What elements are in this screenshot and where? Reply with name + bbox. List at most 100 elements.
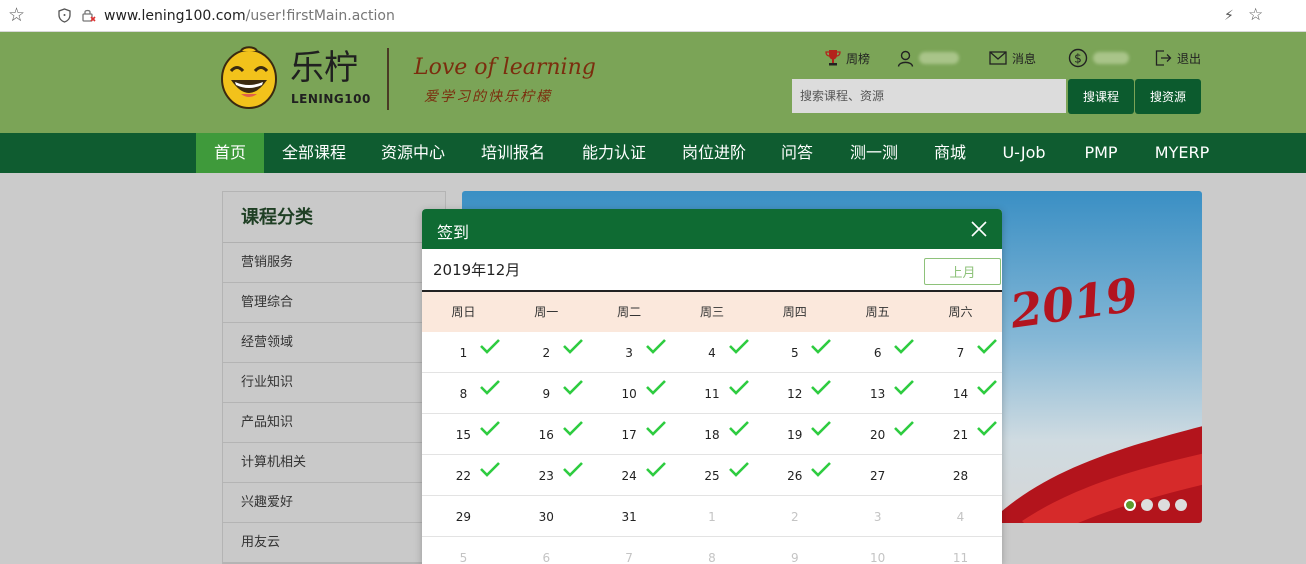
- address-url[interactable]: www.lening100.com/user!firstMain.action: [104, 7, 395, 25]
- calendar-day-number: 30: [538, 510, 554, 524]
- calendar-day-cell[interactable]: 8: [422, 373, 505, 413]
- weekday-wed: 周三: [699, 305, 724, 319]
- calendar-day-cell[interactable]: 31: [588, 496, 671, 536]
- calendar-day-cell[interactable]: 21: [919, 414, 1002, 454]
- calendar-day-cell[interactable]: 2: [753, 496, 836, 536]
- calendar-day-cell[interactable]: 3: [836, 496, 919, 536]
- nav-career-advance[interactable]: 岗位进阶: [670, 133, 758, 173]
- carousel-dot-1[interactable]: [1124, 499, 1136, 511]
- user-profile-link[interactable]: [897, 48, 959, 68]
- calendar-day-cell[interactable]: 24: [588, 455, 671, 495]
- calendar-day-cell[interactable]: 14: [919, 373, 1002, 413]
- calendar-day-cell[interactable]: 7: [588, 537, 671, 564]
- calendar-day-cell[interactable]: 6: [505, 537, 588, 564]
- calendar-day-cell[interactable]: 30: [505, 496, 588, 536]
- nav-home[interactable]: 首页: [196, 133, 264, 173]
- calendar-day-cell[interactable]: 2: [505, 332, 588, 372]
- calendar-day-cell[interactable]: 16: [505, 414, 588, 454]
- search-course-button[interactable]: 搜课程: [1068, 79, 1134, 114]
- calendar-day-cell[interactable]: 11: [919, 537, 1002, 564]
- sidebar-item-industry[interactable]: 行业知识: [223, 363, 445, 403]
- calendar-day-cell[interactable]: 29: [422, 496, 505, 536]
- calendar-day-cell[interactable]: 11: [671, 373, 754, 413]
- bookmark-icon[interactable]: ☆: [1248, 5, 1263, 25]
- close-icon[interactable]: [970, 220, 988, 238]
- coins-link[interactable]: $: [1068, 48, 1129, 68]
- prev-month-button[interactable]: 上月: [924, 258, 1001, 285]
- sidebar-item-yonyou-cloud[interactable]: 用友云: [223, 523, 445, 563]
- logout-link[interactable]: 退出: [1155, 48, 1201, 68]
- svg-text:$: $: [1074, 52, 1082, 66]
- logout-label: 退出: [1177, 51, 1202, 66]
- calendar-day-cell[interactable]: 3: [588, 332, 671, 372]
- nav-pmp[interactable]: PMP: [1072, 133, 1130, 173]
- calendar-day-cell[interactable]: 10: [588, 373, 671, 413]
- calendar-day-cell[interactable]: 4: [671, 332, 754, 372]
- calendar-month-label: 2019年12月: [433, 261, 521, 279]
- search-resource-button[interactable]: 搜资源: [1135, 79, 1201, 114]
- shield-icon[interactable]: [58, 8, 71, 23]
- calendar-day-cell[interactable]: 22: [422, 455, 505, 495]
- calendar-day-cell[interactable]: 26: [753, 455, 836, 495]
- sidebar-item-hobbies[interactable]: 兴趣爱好: [223, 483, 445, 523]
- calendar-day-cell[interactable]: 5: [753, 332, 836, 372]
- calendar-day-cell[interactable]: 17: [588, 414, 671, 454]
- carousel-dot-4[interactable]: [1175, 499, 1187, 511]
- nav-myerp[interactable]: MYERP: [1145, 133, 1219, 173]
- calendar-day-cell[interactable]: 6: [836, 332, 919, 372]
- calendar-day-number: 27: [870, 469, 886, 483]
- nav-qa[interactable]: 问答: [770, 133, 824, 173]
- calendar-day-cell[interactable]: 28: [919, 455, 1002, 495]
- messages-link[interactable]: 消息: [989, 48, 1036, 68]
- search-input[interactable]: [792, 79, 1066, 113]
- calendar-day-cell[interactable]: 18: [671, 414, 754, 454]
- calendar-day-cell[interactable]: 20: [836, 414, 919, 454]
- nav-quiz[interactable]: 测一测: [838, 133, 910, 173]
- blurred-username: [919, 52, 959, 64]
- checked-in-check-icon: [562, 421, 583, 436]
- calendar-day-number: 6: [542, 551, 551, 564]
- nav-mall[interactable]: 商城: [922, 133, 978, 173]
- carousel-dot-3[interactable]: [1158, 499, 1170, 511]
- insecure-lock-icon[interactable]: [82, 8, 96, 23]
- main-nav: 首页 全部课程 资源中心 培训报名 能力认证 岗位进阶 问答 测一测 商城 U-…: [0, 133, 1306, 173]
- carousel-dot-2[interactable]: [1141, 499, 1153, 511]
- logo-english-text: LENING100: [291, 92, 371, 106]
- calendar-day-cell[interactable]: 23: [505, 455, 588, 495]
- calendar-day-cell[interactable]: 7: [919, 332, 1002, 372]
- nav-all-courses[interactable]: 全部课程: [270, 133, 358, 173]
- modal-title: 签到: [437, 223, 470, 242]
- calendar-day-cell[interactable]: 15: [422, 414, 505, 454]
- lightning-icon[interactable]: ⚡: [1224, 7, 1234, 25]
- sidebar-title: 课程分类: [223, 192, 445, 243]
- nav-ujob[interactable]: U-Job: [990, 133, 1058, 173]
- weekday-fri: 周五: [865, 305, 890, 319]
- sidebar-item-management[interactable]: 管理综合: [223, 283, 445, 323]
- calendar-day-cell[interactable]: 5: [422, 537, 505, 564]
- calendar-day-cell[interactable]: 1: [671, 496, 754, 536]
- calendar-day-cell[interactable]: 25: [671, 455, 754, 495]
- calendar-day-cell[interactable]: 13: [836, 373, 919, 413]
- calendar-day-cell[interactable]: 27: [836, 455, 919, 495]
- calendar-day-cell[interactable]: 12: [753, 373, 836, 413]
- weekday-thu: 周四: [782, 305, 807, 319]
- logo-divider: [387, 48, 389, 110]
- weekly-rank-link[interactable]: 周榜: [825, 48, 870, 68]
- nav-resource-center[interactable]: 资源中心: [369, 133, 457, 173]
- calendar-day-cell[interactable]: 19: [753, 414, 836, 454]
- sidebar-item-marketing[interactable]: 营销服务: [223, 243, 445, 283]
- sidebar-item-product[interactable]: 产品知识: [223, 403, 445, 443]
- bookmark-star-icon[interactable]: ☆: [8, 5, 25, 25]
- checked-in-check-icon: [645, 421, 666, 436]
- calendar-day-cell[interactable]: 10: [836, 537, 919, 564]
- calendar-day-cell[interactable]: 8: [671, 537, 754, 564]
- nav-certification[interactable]: 能力认证: [570, 133, 658, 173]
- sidebar-item-business[interactable]: 经营领域: [223, 323, 445, 363]
- calendar-day-cell[interactable]: 1: [422, 332, 505, 372]
- lemon-logo-icon[interactable]: [221, 44, 277, 110]
- nav-training-signup[interactable]: 培训报名: [469, 133, 557, 173]
- calendar-day-cell[interactable]: 9: [505, 373, 588, 413]
- calendar-day-cell[interactable]: 4: [919, 496, 1002, 536]
- sidebar-item-computer[interactable]: 计算机相关: [223, 443, 445, 483]
- calendar-day-cell[interactable]: 9: [753, 537, 836, 564]
